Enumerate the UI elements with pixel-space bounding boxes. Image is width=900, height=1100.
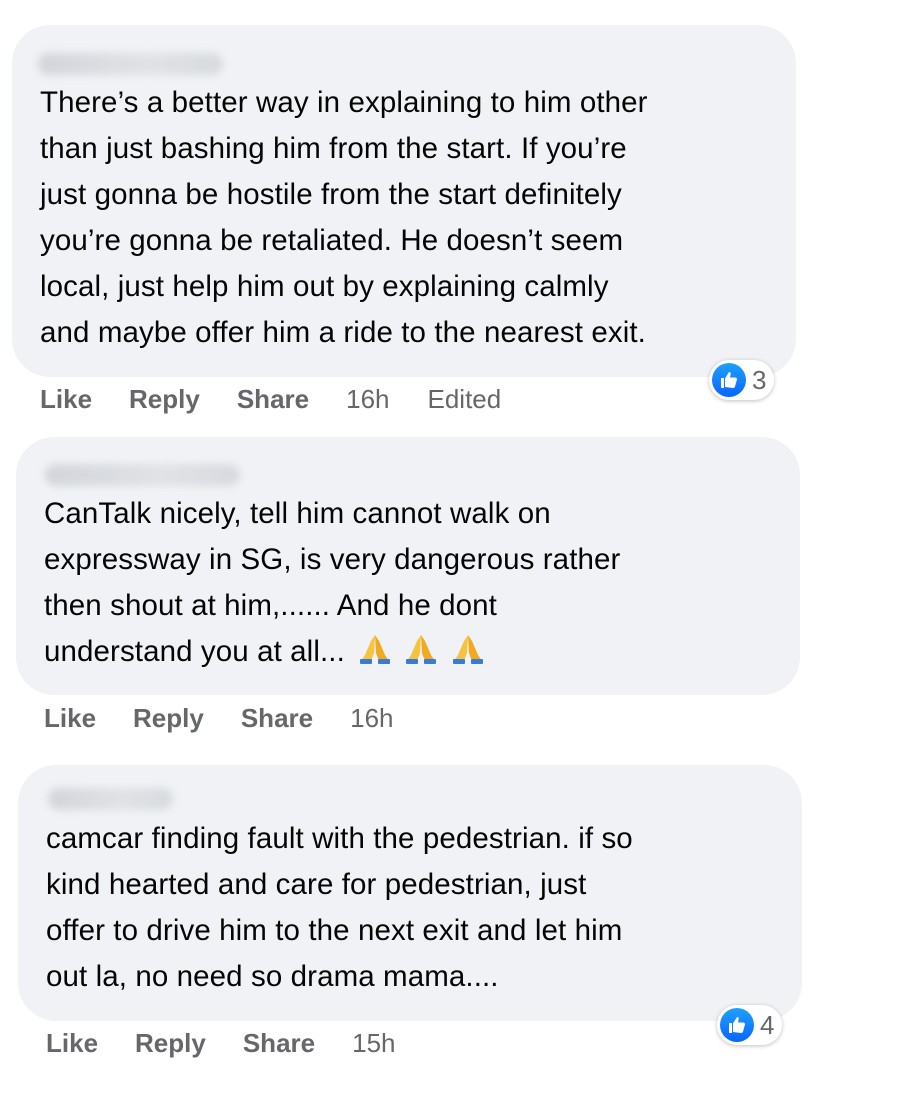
- comment-line: than just bashing him from the start. If…: [40, 132, 627, 165]
- folded-hands-emoji-icon: [406, 635, 437, 664]
- like-button[interactable]: Like: [46, 1028, 98, 1059]
- timestamp[interactable]: 15h: [352, 1028, 395, 1059]
- comment-line: understand you at all...: [44, 629, 620, 675]
- comment-line: out la, no need so drama mama....: [46, 960, 499, 993]
- like-button[interactable]: Like: [44, 703, 96, 734]
- thumbs-up-icon: [712, 363, 746, 397]
- reaction-summary[interactable]: 4: [717, 1005, 783, 1045]
- comment-line: There’s a better way in explaining to hi…: [40, 86, 648, 119]
- share-button[interactable]: Share: [241, 703, 313, 734]
- thumbs-up-icon: [720, 1008, 754, 1042]
- comment-text: camcar finding fault with the pedestrian…: [46, 816, 633, 1000]
- comment-line: kind hearted and care for pedestrian, ju…: [46, 868, 587, 901]
- timestamp[interactable]: 16h: [350, 703, 393, 734]
- comment-actions: Like Reply Share 16h: [44, 702, 432, 734]
- comment-actions: Like Reply Share 16h Edited: [40, 383, 539, 415]
- share-button[interactable]: Share: [243, 1028, 315, 1059]
- comment-line-text: understand you at all...: [44, 635, 345, 668]
- reaction-summary[interactable]: 3: [709, 360, 775, 400]
- share-button[interactable]: Share: [237, 384, 309, 415]
- comment-line: offer to drive him to the next exit and …: [46, 914, 623, 947]
- comment-text: There’s a better way in explaining to hi…: [40, 80, 648, 356]
- folded-hands-emoji-icon: [360, 635, 391, 664]
- comment-line: local, just help him out by explaining c…: [40, 270, 609, 303]
- comment-line: just gonna be hostile from the start def…: [40, 178, 622, 211]
- comment-line: expressway in SG, is very dangerous rath…: [44, 543, 621, 576]
- reaction-count: 3: [752, 364, 767, 395]
- timestamp[interactable]: 16h: [346, 384, 389, 415]
- comment-line: then shout at him,...... And he dont: [44, 589, 497, 622]
- author-name-blurred[interactable]: [48, 788, 173, 810]
- reply-button[interactable]: Reply: [135, 1028, 206, 1059]
- comment-line: you’re gonna be retaliated. He doesn’t s…: [40, 224, 624, 257]
- reply-button[interactable]: Reply: [133, 703, 204, 734]
- comment-line: camcar finding fault with the pedestrian…: [46, 822, 633, 855]
- folded-hands-emoji-icon: [452, 635, 483, 664]
- comment-line: CanTalk nicely, tell him cannot walk on: [44, 497, 551, 530]
- comment-actions: Like Reply Share 15h: [46, 1027, 434, 1059]
- reaction-count: 4: [760, 1009, 775, 1040]
- author-name-blurred[interactable]: [38, 53, 223, 75]
- comment-text: CanTalk nicely, tell him cannot walk on …: [44, 491, 620, 675]
- reply-button[interactable]: Reply: [129, 384, 200, 415]
- edited-label[interactable]: Edited: [428, 384, 502, 415]
- comment-line: and maybe offer him a ride to the neares…: [40, 316, 646, 349]
- author-name-blurred[interactable]: [45, 464, 240, 486]
- like-button[interactable]: Like: [40, 384, 92, 415]
